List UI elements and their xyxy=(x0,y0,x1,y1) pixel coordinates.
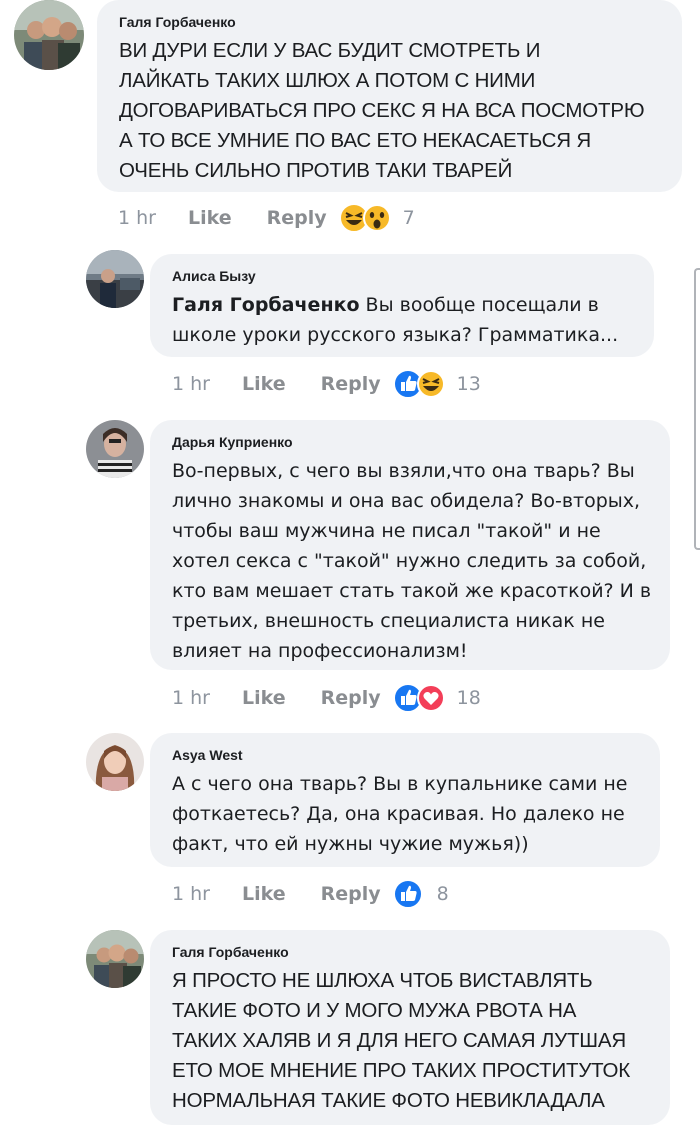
reply-button[interactable]: Reply xyxy=(321,373,381,395)
timestamp[interactable]: 1 hr xyxy=(172,373,210,395)
comment-text: А с чего она тварь? Вы в купальнике сами… xyxy=(172,769,640,859)
timestamp[interactable]: 1 hr xyxy=(172,883,210,905)
comment-bubble: Галя Горбаченко ВИ ДУРИ ЕСЛИ У ВАС БУДИТ… xyxy=(97,0,682,192)
comment-bubble: Дарья Куприенко Во-первых, с чего вы взя… xyxy=(150,420,670,670)
reaction-count[interactable]: 13 xyxy=(457,373,481,395)
like-button[interactable]: Like xyxy=(188,207,232,229)
comment-text: ВИ ДУРИ ЕСЛИ У ВАС БУДИТ СМОТРЕТЬ И ЛАЙК… xyxy=(119,36,662,186)
comment-bubble: Алиса Бызу Галя Горбаченко Вы вообще пос… xyxy=(150,254,654,357)
like-button[interactable]: Like xyxy=(242,883,286,905)
comment-bubble: Asya West А с чего она тварь? Вы в купал… xyxy=(150,733,660,867)
comment-line: ДОГОВАРИВАТЬСЯ ПРО СЕКС Я НА ВСА ПОСМОТР… xyxy=(119,99,645,122)
comment-line: влияет на профессионализм! xyxy=(172,640,468,662)
reaction-count[interactable]: 8 xyxy=(437,883,449,905)
wow-icon xyxy=(362,204,391,232)
timestamp[interactable]: 1 hr xyxy=(118,207,156,229)
comment-line: хотел секса с "такой" нужно следить за с… xyxy=(172,550,647,572)
comment-line: ВИ ДУРИ ЕСЛИ У ВАС БУДИТ СМОТРЕТЬ И xyxy=(119,39,541,62)
avatar[interactable] xyxy=(86,250,144,308)
reply-button[interactable]: Reply xyxy=(321,687,381,709)
comment-line: школе уроки русского языка? Грамматика..… xyxy=(172,324,619,346)
comment-line: ТАКИХ ХАЛЯВ И Я ДЛЯ НЕГО САМАЯ ЛУТШАЯ xyxy=(172,1029,626,1052)
reaction-count[interactable]: 7 xyxy=(403,207,415,229)
comment-bubble: Галя Горбаченко Я ПРОСТО НЕ ШЛЮХА ЧТОБ В… xyxy=(150,930,670,1125)
avatar[interactable] xyxy=(86,930,144,988)
comment-line: Галя Горбаченко Вы вообще посещали в xyxy=(172,290,634,320)
comment-line: лично знакомы и она вас обидела? Во-втор… xyxy=(172,490,641,512)
reactions[interactable] xyxy=(392,879,423,909)
comment-author[interactable]: Asya West xyxy=(172,747,640,763)
timestamp[interactable]: 1 hr xyxy=(172,687,210,709)
scroll-indicator[interactable] xyxy=(694,268,700,550)
comment-line-text: Вы вообще посещали в xyxy=(359,294,599,316)
comment-text: Галя Горбаченко Вы вообще посещали в шко… xyxy=(172,290,634,350)
comment-line: А ТО ВСЕ УМНИЕ ПО ВАС ЕТО НЕКАСАЕТЬСЯ Я xyxy=(119,129,591,152)
comment-text: Во-первых, с чего вы взяли,что она тварь… xyxy=(172,456,652,666)
reactions[interactable] xyxy=(392,369,445,399)
reply-button[interactable]: Reply xyxy=(321,883,381,905)
reactions[interactable] xyxy=(392,683,445,713)
comment-author[interactable]: Галя Горбаченко xyxy=(172,944,652,960)
reactions[interactable] xyxy=(338,203,391,233)
comment-line: А с чего она тварь? Вы в купальнике сами… xyxy=(172,773,628,795)
comment-actions: 1 hr Like Reply 13 xyxy=(172,368,481,400)
comment-line: НОРМАЛЬНАЯ ТАКИЕ ФОТО НЕВИКЛАДАЛА xyxy=(172,1089,605,1112)
comment-line: кто вам мешает стать такой же красоткой?… xyxy=(172,580,652,602)
comment-actions: 1 hr Like Reply 18 xyxy=(172,682,481,714)
comment-line: Во-первых, с чего вы взяли,что она тварь… xyxy=(172,460,635,482)
like-button[interactable]: Like xyxy=(242,373,286,395)
comment-author[interactable]: Галя Горбаченко xyxy=(119,14,662,30)
haha-icon xyxy=(416,370,445,398)
comment-author[interactable]: Дарья Куприенко xyxy=(172,434,652,450)
comment-author[interactable]: Алиса Бызу xyxy=(172,268,634,284)
comment-line: ЛАЙКАТЬ ТАКИХ ШЛЮХ А ПОТОМ С НИМИ xyxy=(119,69,536,92)
comment-line: ОЧЕНЬ СИЛЬНО ПРОТИВ ТАКИ ТВАРЕЙ xyxy=(119,159,513,182)
reaction-count[interactable]: 18 xyxy=(457,687,481,709)
comment-line: третьих, внешность специалиста никак не xyxy=(172,610,605,632)
comment-line: чтобы ваш мужчина не писал "такой" и не xyxy=(172,520,601,542)
comment-actions: 1 hr Like Reply 8 xyxy=(172,878,449,910)
reply-button[interactable]: Reply xyxy=(267,207,327,229)
avatar[interactable] xyxy=(86,733,144,791)
comment-text: Я ПРОСТО НЕ ШЛЮХА ЧТОБ ВИСТАВЛЯТЬ ТАКИЕ … xyxy=(172,966,652,1116)
comment-actions: 1 hr Like Reply 7 xyxy=(118,202,415,234)
comment-line: ЕТО МОЕ МНЕНИЕ ПРО ТАКИХ ПРОСТИТУТОК xyxy=(172,1059,631,1082)
comment-line: фоткаетесь? Да, она красивая. Но далеко … xyxy=(172,803,625,825)
avatar[interactable] xyxy=(86,420,144,478)
comment-line: ТАКИЕ ФОТО И У МОГО МУЖА РВОТА НА xyxy=(172,999,577,1022)
like-icon xyxy=(392,879,423,909)
comment-line: Я ПРОСТО НЕ ШЛЮХА ЧТОБ ВИСТАВЛЯТЬ xyxy=(172,969,593,992)
mention-link[interactable]: Галя Горбаченко xyxy=(172,294,360,316)
comment-line: факт, что ей нужны чужие мужья)) xyxy=(172,833,529,855)
like-button[interactable]: Like xyxy=(242,687,286,709)
love-icon xyxy=(416,684,445,712)
avatar[interactable] xyxy=(14,0,84,70)
